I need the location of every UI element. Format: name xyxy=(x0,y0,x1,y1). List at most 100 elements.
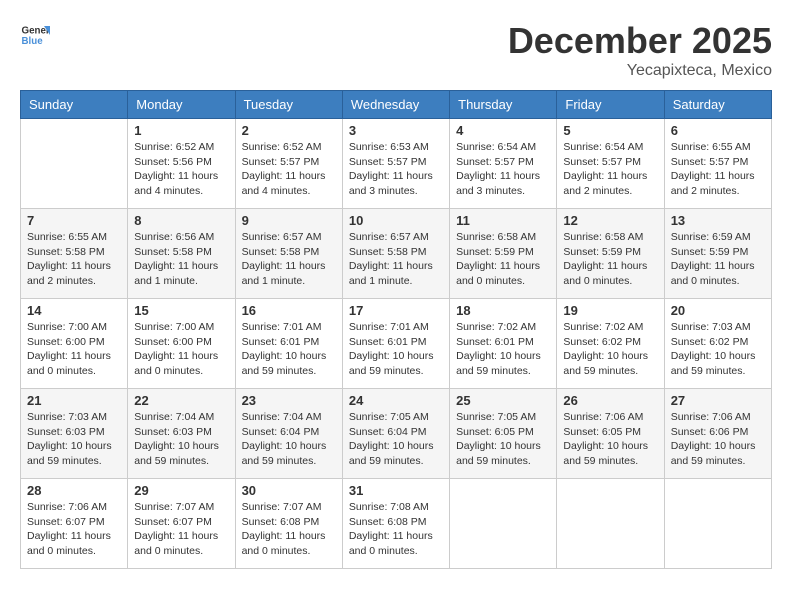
day-number: 23 xyxy=(242,393,336,408)
day-number: 11 xyxy=(456,213,550,228)
day-info: Sunrise: 7:02 AM Sunset: 6:02 PM Dayligh… xyxy=(563,320,657,379)
calendar-subtitle: Yecapixteca, Mexico xyxy=(508,62,772,80)
header-saturday: Saturday xyxy=(664,91,771,119)
day-number: 21 xyxy=(27,393,121,408)
day-info: Sunrise: 7:08 AM Sunset: 6:08 PM Dayligh… xyxy=(349,500,443,559)
table-row: 6 Sunrise: 6:55 AM Sunset: 5:57 PM Daylig… xyxy=(664,119,771,209)
day-info: Sunrise: 6:55 AM Sunset: 5:57 PM Dayligh… xyxy=(671,140,765,199)
header-wednesday: Wednesday xyxy=(342,91,449,119)
day-number: 19 xyxy=(563,303,657,318)
table-row: 21 Sunrise: 7:03 AM Sunset: 6:03 PM Dayli… xyxy=(21,389,128,479)
day-info: Sunrise: 6:55 AM Sunset: 5:58 PM Dayligh… xyxy=(27,230,121,289)
table-row xyxy=(557,479,664,569)
day-number: 30 xyxy=(242,483,336,498)
table-row: 12 Sunrise: 6:58 AM Sunset: 5:59 PM Dayli… xyxy=(557,209,664,299)
day-info: Sunrise: 6:56 AM Sunset: 5:58 PM Dayligh… xyxy=(134,230,228,289)
day-info: Sunrise: 7:00 AM Sunset: 6:00 PM Dayligh… xyxy=(27,320,121,379)
day-info: Sunrise: 7:07 AM Sunset: 6:07 PM Dayligh… xyxy=(134,500,228,559)
day-number: 6 xyxy=(671,123,765,138)
svg-text:Blue: Blue xyxy=(22,36,44,47)
week-row-4: 21 Sunrise: 7:03 AM Sunset: 6:03 PM Dayli… xyxy=(21,389,772,479)
day-number: 5 xyxy=(563,123,657,138)
calendar-table: Sunday Monday Tuesday Wednesday Thursday… xyxy=(20,90,772,569)
day-number: 12 xyxy=(563,213,657,228)
day-number: 8 xyxy=(134,213,228,228)
day-number: 29 xyxy=(134,483,228,498)
day-info: Sunrise: 7:06 AM Sunset: 6:07 PM Dayligh… xyxy=(27,500,121,559)
day-number: 7 xyxy=(27,213,121,228)
day-info: Sunrise: 6:57 AM Sunset: 5:58 PM Dayligh… xyxy=(242,230,336,289)
week-row-2: 7 Sunrise: 6:55 AM Sunset: 5:58 PM Daylig… xyxy=(21,209,772,299)
table-row: 30 Sunrise: 7:07 AM Sunset: 6:08 PM Dayli… xyxy=(235,479,342,569)
table-row: 26 Sunrise: 7:06 AM Sunset: 6:05 PM Dayli… xyxy=(557,389,664,479)
day-number: 13 xyxy=(671,213,765,228)
day-info: Sunrise: 6:54 AM Sunset: 5:57 PM Dayligh… xyxy=(563,140,657,199)
day-info: Sunrise: 7:02 AM Sunset: 6:01 PM Dayligh… xyxy=(456,320,550,379)
table-row: 24Sunrise: 7:05 AM Sunset: 6:04 PM Dayli… xyxy=(342,389,449,479)
day-info: Sunrise: 7:00 AM Sunset: 6:00 PM Dayligh… xyxy=(134,320,228,379)
table-row: 15 Sunrise: 7:00 AM Sunset: 6:00 PM Dayli… xyxy=(128,299,235,389)
table-row: 20 Sunrise: 7:03 AM Sunset: 6:02 PM Dayli… xyxy=(664,299,771,389)
header: General Blue December 2025 Yecapixteca, … xyxy=(20,20,772,80)
day-number: 26 xyxy=(563,393,657,408)
day-number: 1 xyxy=(134,123,228,138)
table-row xyxy=(664,479,771,569)
days-header-row: Sunday Monday Tuesday Wednesday Thursday… xyxy=(21,91,772,119)
day-info: Sunrise: 6:58 AM Sunset: 5:59 PM Dayligh… xyxy=(563,230,657,289)
header-thursday: Thursday xyxy=(450,91,557,119)
day-number: 18 xyxy=(456,303,550,318)
day-number: 25 xyxy=(456,393,550,408)
day-info: Sunrise: 6:54 AM Sunset: 5:57 PM Dayligh… xyxy=(456,140,550,199)
table-row: 25 Sunrise: 7:05 AM Sunset: 6:05 PM Dayli… xyxy=(450,389,557,479)
day-number: 9 xyxy=(242,213,336,228)
day-info: Sunrise: 7:03 AM Sunset: 6:02 PM Dayligh… xyxy=(671,320,765,379)
day-number: 3 xyxy=(349,123,443,138)
table-row: 4 Sunrise: 6:54 AM Sunset: 5:57 PM Daylig… xyxy=(450,119,557,209)
calendar-title: December 2025 xyxy=(508,20,772,62)
table-row: 7 Sunrise: 6:55 AM Sunset: 5:58 PM Daylig… xyxy=(21,209,128,299)
table-row: 17Sunrise: 7:01 AM Sunset: 6:01 PM Dayli… xyxy=(342,299,449,389)
table-row: 11Sunrise: 6:58 AM Sunset: 5:59 PM Dayli… xyxy=(450,209,557,299)
day-number: 4 xyxy=(456,123,550,138)
header-monday: Monday xyxy=(128,91,235,119)
day-number: 31 xyxy=(349,483,443,498)
day-number: 14 xyxy=(27,303,121,318)
day-number: 28 xyxy=(27,483,121,498)
week-row-3: 14 Sunrise: 7:00 AM Sunset: 6:00 PM Dayli… xyxy=(21,299,772,389)
header-sunday: Sunday xyxy=(21,91,128,119)
table-row: 9 Sunrise: 6:57 AM Sunset: 5:58 PM Daylig… xyxy=(235,209,342,299)
week-row-5: 28 Sunrise: 7:06 AM Sunset: 6:07 PM Dayli… xyxy=(21,479,772,569)
day-info: Sunrise: 6:57 AM Sunset: 5:58 PM Dayligh… xyxy=(349,230,443,289)
day-number: 27 xyxy=(671,393,765,408)
day-info: Sunrise: 6:52 AM Sunset: 5:56 PM Dayligh… xyxy=(134,140,228,199)
table-row: 1 Sunrise: 6:52 AM Sunset: 5:56 PM Daylig… xyxy=(128,119,235,209)
day-info: Sunrise: 7:07 AM Sunset: 6:08 PM Dayligh… xyxy=(242,500,336,559)
table-row: 2 Sunrise: 6:52 AM Sunset: 5:57 PM Daylig… xyxy=(235,119,342,209)
day-info: Sunrise: 7:05 AM Sunset: 6:05 PM Dayligh… xyxy=(456,410,550,469)
table-row: 5 Sunrise: 6:54 AM Sunset: 5:57 PM Daylig… xyxy=(557,119,664,209)
title-section: December 2025 Yecapixteca, Mexico xyxy=(508,20,772,80)
day-info: Sunrise: 7:06 AM Sunset: 6:05 PM Dayligh… xyxy=(563,410,657,469)
day-number: 20 xyxy=(671,303,765,318)
table-row: 13 Sunrise: 6:59 AM Sunset: 5:59 PM Dayli… xyxy=(664,209,771,299)
day-number: 17 xyxy=(349,303,443,318)
table-row: 19 Sunrise: 7:02 AM Sunset: 6:02 PM Dayli… xyxy=(557,299,664,389)
table-row: 16Sunrise: 7:01 AM Sunset: 6:01 PM Dayli… xyxy=(235,299,342,389)
logo-icon: General Blue xyxy=(20,20,50,50)
table-row: 14 Sunrise: 7:00 AM Sunset: 6:00 PM Dayli… xyxy=(21,299,128,389)
table-row: 27 Sunrise: 7:06 AM Sunset: 6:06 PM Dayli… xyxy=(664,389,771,479)
logo: General Blue xyxy=(20,20,50,50)
day-info: Sunrise: 6:53 AM Sunset: 5:57 PM Dayligh… xyxy=(349,140,443,199)
header-tuesday: Tuesday xyxy=(235,91,342,119)
day-info: Sunrise: 7:03 AM Sunset: 6:03 PM Dayligh… xyxy=(27,410,121,469)
day-info: Sunrise: 7:06 AM Sunset: 6:06 PM Dayligh… xyxy=(671,410,765,469)
day-number: 24 xyxy=(349,393,443,408)
header-friday: Friday xyxy=(557,91,664,119)
table-row: 29 Sunrise: 7:07 AM Sunset: 6:07 PM Dayli… xyxy=(128,479,235,569)
day-number: 15 xyxy=(134,303,228,318)
day-info: Sunrise: 6:59 AM Sunset: 5:59 PM Dayligh… xyxy=(671,230,765,289)
day-number: 2 xyxy=(242,123,336,138)
day-info: Sunrise: 6:52 AM Sunset: 5:57 PM Dayligh… xyxy=(242,140,336,199)
table-row: 3 Sunrise: 6:53 AM Sunset: 5:57 PM Daylig… xyxy=(342,119,449,209)
table-row: 8 Sunrise: 6:56 AM Sunset: 5:58 PM Daylig… xyxy=(128,209,235,299)
